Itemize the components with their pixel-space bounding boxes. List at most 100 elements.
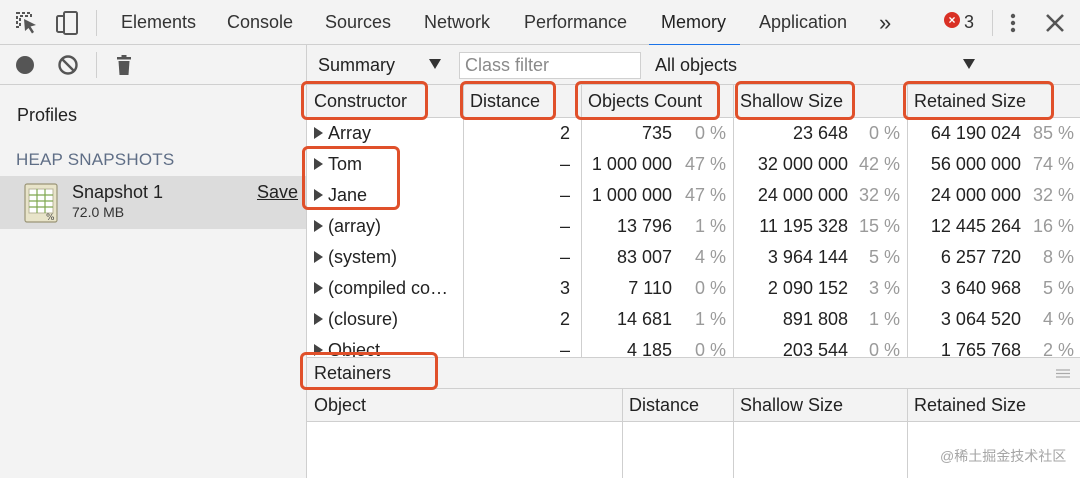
cell-retained-pct: 85 % xyxy=(1032,123,1074,143)
retainers-title: Retainers xyxy=(314,363,392,383)
retainers-column-shallow-size[interactable]: Shallow Size xyxy=(733,389,843,422)
error-icon[interactable]: × xyxy=(944,12,960,28)
constructor-name: Tom xyxy=(328,154,363,174)
trash-icon[interactable] xyxy=(112,53,136,77)
cell-distance: – xyxy=(559,247,570,267)
constructor-name: Object xyxy=(328,340,381,357)
cell-shallow: 203 544 xyxy=(782,340,848,357)
column-divider xyxy=(907,389,908,478)
cell-count-pct: 1 % xyxy=(694,216,726,236)
table-row[interactable]: (array) – 13 796 1 % 11 195 328 15 % 12 445 26… xyxy=(307,211,1080,242)
retainers-column-object[interactable]: Object xyxy=(307,389,366,422)
cell-count-pct: 1 % xyxy=(694,309,726,329)
cell-shallow: 3 964 144 xyxy=(767,247,848,267)
expand-triangle-icon[interactable] xyxy=(314,251,323,263)
table-row[interactable]: Jane – 1 000 000 47 % 24 000 000 32 % 24 000 0… xyxy=(307,180,1080,211)
cell-count-pct: 47 % xyxy=(684,185,726,205)
view-select[interactable]: Summary xyxy=(318,45,395,85)
cell-retained: 64 190 024 xyxy=(930,123,1021,143)
expand-triangle-icon[interactable] xyxy=(314,127,323,139)
cell-retained-pct: 4 % xyxy=(1042,309,1074,329)
cell-shallow-pct: 0 % xyxy=(868,340,900,357)
snapshot-save-link[interactable]: Save xyxy=(257,182,298,203)
cell-retained-pct: 74 % xyxy=(1032,154,1074,174)
cell-retained: 3 064 520 xyxy=(940,309,1021,329)
devtools-tab-bar: Elements Console Sources Network Perform… xyxy=(0,0,1080,46)
expand-triangle-icon[interactable] xyxy=(314,220,323,232)
retainers-header[interactable]: Retainers xyxy=(307,357,1080,389)
kebab-menu-icon[interactable] xyxy=(1000,10,1026,36)
cell-count: 14 681 xyxy=(616,309,672,329)
resize-handle-icon[interactable] xyxy=(1056,369,1070,378)
cell-constructor: Object xyxy=(314,335,464,357)
tab-console[interactable]: Console xyxy=(227,0,293,45)
cell-count: 1 000 000 xyxy=(591,185,672,205)
snapshot-file-icon: % xyxy=(24,183,58,223)
tab-elements[interactable]: Elements xyxy=(121,0,196,45)
column-header-retained-size[interactable]: Retained Size xyxy=(907,85,1080,118)
tab-network[interactable]: Network xyxy=(424,0,490,45)
cell-shallow-pct: 15 % xyxy=(858,216,900,236)
objects-select[interactable]: All objects xyxy=(655,45,737,85)
cell-count-pct: 4 % xyxy=(694,247,726,267)
profiles-heading: Profiles xyxy=(17,105,78,125)
constructor-name: Array xyxy=(328,123,372,143)
chevron-down-icon[interactable] xyxy=(429,59,441,69)
more-tabs-button[interactable]: » xyxy=(879,0,891,45)
column-header-objects-count[interactable]: Objects Count xyxy=(581,85,733,118)
cell-constructor: Jane xyxy=(314,180,464,211)
cell-constructor: (closure) xyxy=(314,304,464,335)
chevron-down-icon[interactable] xyxy=(963,59,975,69)
column-divider xyxy=(733,389,734,478)
tab-memory[interactable]: Memory xyxy=(648,0,741,46)
cell-shallow-pct: 3 % xyxy=(868,278,900,298)
expand-triangle-icon[interactable] xyxy=(314,313,323,325)
constructor-name: (system) xyxy=(328,247,397,267)
cell-distance: – xyxy=(559,340,570,357)
retainers-column-retained-size[interactable]: Retained Size xyxy=(907,389,1026,422)
cell-shallow: 891 808 xyxy=(782,309,848,329)
retainers-column-distance[interactable]: Distance xyxy=(622,389,699,422)
snapshot-item[interactable]: % Snapshot 1 72.0 MB Save xyxy=(0,176,306,229)
device-toolbar-icon[interactable] xyxy=(54,10,80,36)
expand-triangle-icon[interactable] xyxy=(314,189,323,201)
clear-icon[interactable] xyxy=(56,53,80,77)
tab-application[interactable]: Application xyxy=(759,0,847,45)
cell-retained-pct: 16 % xyxy=(1032,216,1074,236)
cell-shallow-pct: 32 % xyxy=(858,185,900,205)
inspect-element-icon[interactable] xyxy=(14,10,40,36)
cell-distance: – xyxy=(559,216,570,236)
column-header-distance[interactable]: Distance xyxy=(463,85,581,118)
expand-triangle-icon[interactable] xyxy=(314,282,323,294)
table-row[interactable]: (compiled co… 3 7 110 0 % 2 090 152 3 % 3 640 … xyxy=(307,273,1080,304)
cell-shallow: 24 000 000 xyxy=(757,185,848,205)
cell-shallow-pct: 42 % xyxy=(858,154,900,174)
constructor-name: Jane xyxy=(328,185,368,205)
column-header-constructor[interactable]: Constructor xyxy=(307,85,463,118)
tab-performance[interactable]: Performance xyxy=(524,0,627,45)
cell-retained: 1 765 768 xyxy=(940,340,1021,357)
close-icon[interactable] xyxy=(1042,10,1068,36)
expand-triangle-icon[interactable] xyxy=(314,158,323,170)
table-row[interactable]: (closure) 2 14 681 1 % 891 808 1 % 3 064 520 4 … xyxy=(307,304,1080,335)
cell-count: 735 xyxy=(641,123,672,143)
table-row[interactable]: Tom – 1 000 000 47 % 32 000 000 42 % 56 000 00… xyxy=(307,149,1080,180)
cell-shallow: 23 648 xyxy=(792,123,848,143)
table-row[interactable]: Array 2 735 0 % 23 648 0 % 64 190 024 85 % xyxy=(307,118,1080,149)
class-filter-input[interactable] xyxy=(459,52,641,79)
heap-snapshots-heading: HEAP SNAPSHOTS xyxy=(16,150,175,169)
expand-triangle-icon[interactable] xyxy=(314,344,323,356)
tab-sources[interactable]: Sources xyxy=(325,0,391,45)
cell-retained: 3 640 968 xyxy=(940,278,1021,298)
cell-count: 13 796 xyxy=(616,216,672,236)
column-header-shallow-size[interactable]: Shallow Size xyxy=(733,85,907,118)
cell-count-pct: 0 % xyxy=(694,340,726,357)
table-row[interactable]: (system) – 83 007 4 % 3 964 144 5 % 6 257 720 8… xyxy=(307,242,1080,273)
profiles-toolbar xyxy=(0,45,306,85)
table-row[interactable]: Object – 4 185 0 % 203 544 0 % 1 765 768 2 % xyxy=(307,335,1080,357)
svg-text:%: % xyxy=(46,213,55,223)
error-count[interactable]: 3 xyxy=(964,0,974,45)
heap-snapshot-view: Summary All objects Constructor Distance… xyxy=(307,45,1080,478)
cell-shallow: 32 000 000 xyxy=(757,154,848,174)
record-icon[interactable] xyxy=(13,53,37,77)
